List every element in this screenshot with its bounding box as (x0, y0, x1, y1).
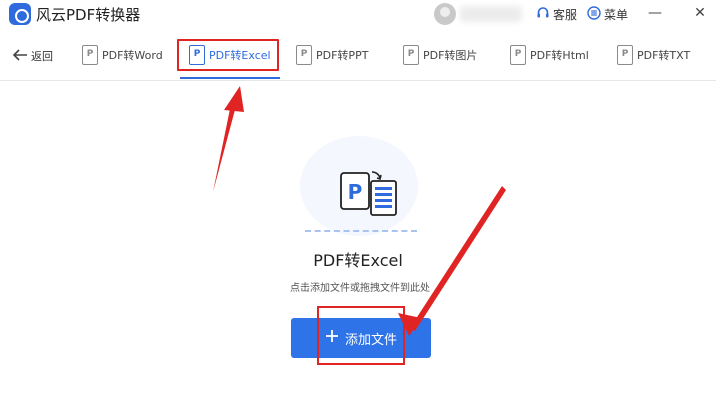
headset-icon (536, 6, 550, 23)
tab-label: PDF转Word (102, 49, 163, 62)
drop-hint: 点击添加文件或拖拽文件到此处 (290, 283, 430, 294)
tab-label: PDF转PPT (316, 49, 369, 62)
menu-label: 菜单 (604, 7, 629, 22)
tab-label: PDF转图片 (423, 49, 478, 62)
tab-label: PDF转TXT (637, 49, 691, 62)
menu-icon (587, 5, 601, 23)
annotation-box-button (317, 306, 405, 365)
back-label: 返回 (31, 50, 53, 63)
service-button[interactable]: 客服 (536, 5, 577, 23)
avatar[interactable] (434, 3, 456, 25)
tab-pdf-to-word[interactable]: P PDF转Word (82, 40, 163, 70)
pdf-file-icon: P (82, 45, 98, 65)
active-tab-indicator (180, 77, 280, 79)
user-name-blurred[interactable] (460, 6, 522, 22)
page-title: PDF转Excel (313, 251, 403, 270)
tab-pdf-to-txt[interactable]: P PDF转TXT (617, 40, 690, 70)
title-bar: 风云PDF转换器 客服 菜单 — ✕ (0, 0, 716, 28)
app-logo-icon (9, 3, 31, 25)
pdf-file-icon: P (617, 45, 633, 65)
toolbar: 返回 P PDF转Word P PDF转Excel P PDF转PPT P PD… (0, 28, 716, 81)
tab-pdf-to-image[interactable]: P PDF转图片 (403, 40, 477, 70)
tab-label: PDF转Html (530, 49, 589, 62)
arrow-left-icon (12, 48, 28, 65)
app-title: 风云PDF转换器 (36, 6, 141, 24)
pdf-file-icon: P (296, 45, 312, 65)
minimize-button[interactable]: — (645, 3, 665, 23)
menu-button[interactable]: 菜单 (587, 5, 628, 23)
service-label: 客服 (553, 7, 578, 22)
back-button[interactable]: 返回 (12, 46, 53, 66)
pdf-to-excel-icon: P (335, 169, 401, 229)
pdf-file-icon: P (510, 45, 526, 65)
close-button[interactable]: ✕ (690, 3, 710, 23)
pdf-file-icon: P (403, 45, 419, 65)
annotation-box-tab (177, 39, 279, 71)
tab-pdf-to-ppt[interactable]: P PDF转PPT (296, 40, 368, 70)
hero-icon-letter: P (348, 180, 363, 204)
tab-pdf-to-html[interactable]: P PDF转Html (510, 40, 589, 70)
hero-divider (305, 230, 417, 232)
